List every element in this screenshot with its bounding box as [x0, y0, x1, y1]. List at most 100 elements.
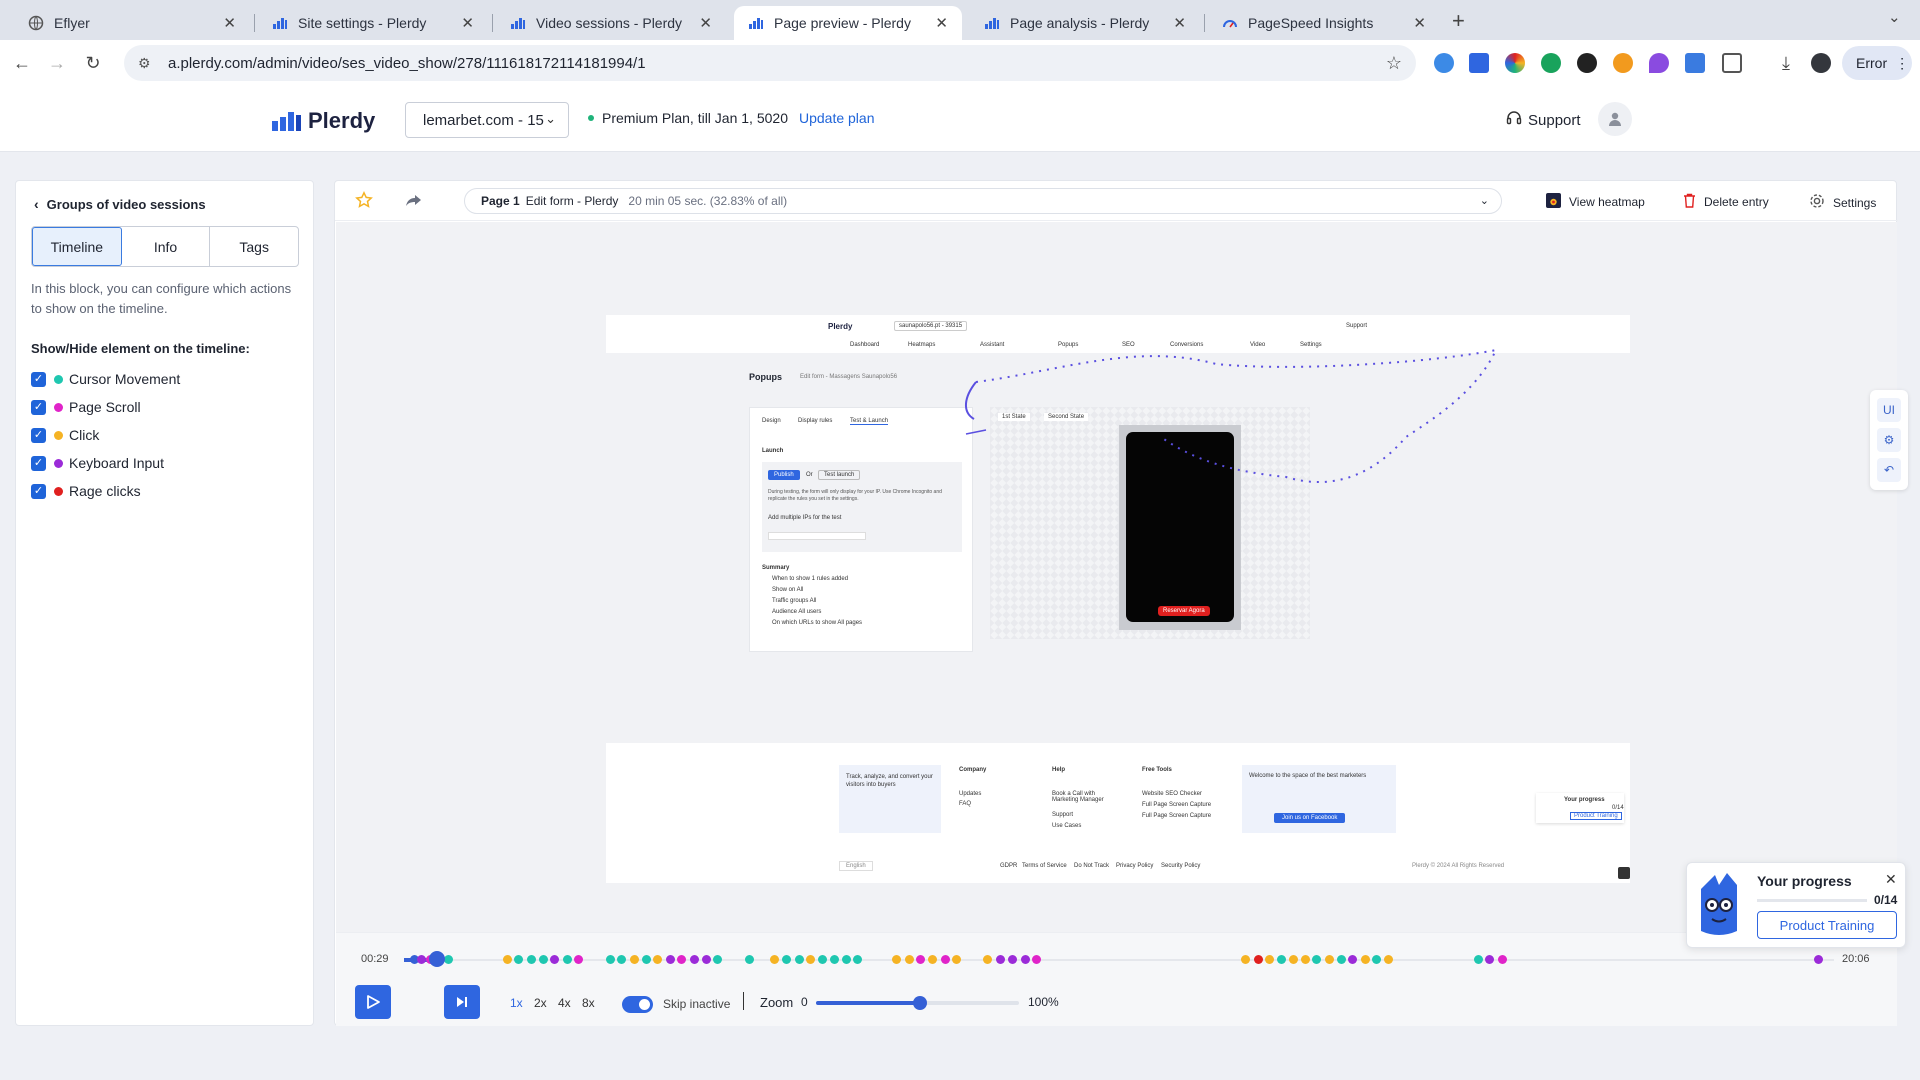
back-arrow-icon[interactable]: ← — [9, 50, 35, 76]
timeline-event-dot[interactable] — [653, 955, 663, 964]
timeline-event-dot[interactable] — [1372, 955, 1382, 964]
forward-arrow-icon[interactable]: → — [44, 50, 70, 76]
timeline-event-dot[interactable] — [806, 955, 816, 964]
close-tab-icon[interactable]: ✕ — [935, 14, 948, 32]
timeline-event-dot[interactable] — [1253, 955, 1263, 964]
timeline-event-dot[interactable] — [1020, 955, 1030, 964]
timeline-event-dot[interactable] — [444, 955, 454, 964]
timeline-event-dot[interactable] — [574, 955, 584, 964]
undo-icon[interactable]: ↶ — [1877, 458, 1901, 482]
tab-timeline[interactable]: Timeline — [32, 227, 122, 266]
timeline-event-dot[interactable] — [1312, 955, 1322, 964]
close-tab-icon[interactable]: ✕ — [223, 14, 236, 32]
timeline-event-dot[interactable] — [1007, 955, 1017, 964]
timeline-event-dot[interactable] — [830, 955, 840, 964]
back-to-groups-link[interactable]: ‹ Groups of video sessions — [34, 196, 206, 212]
timeline-event-dot[interactable] — [916, 955, 926, 964]
timeline-event-dot[interactable] — [1276, 955, 1286, 964]
gear-icon[interactable]: ⚙ — [1877, 428, 1901, 452]
timeline-event-dot[interactable] — [853, 955, 863, 964]
toggle-page-scroll[interactable]: ✓ Page Scroll — [31, 397, 141, 417]
close-tab-icon[interactable]: ✕ — [461, 14, 474, 32]
toggle-rage-clicks[interactable]: ✓ Rage clicks — [31, 481, 141, 501]
timeline-event-dot[interactable] — [1485, 955, 1495, 964]
timeline-event-dot[interactable] — [1289, 955, 1299, 964]
timeline-event-dot[interactable] — [996, 955, 1006, 964]
speed-2x[interactable]: 2x — [534, 996, 547, 1010]
timeline-event-dot[interactable] — [817, 955, 827, 964]
timeline-event-dot[interactable] — [1383, 955, 1393, 964]
profile-error-button[interactable]: Error ⋮ — [1842, 46, 1912, 80]
download-icon[interactable]: ⤓ — [1773, 50, 1799, 76]
ui-toggle-button[interactable]: UI — [1877, 398, 1901, 422]
timeline-event-dot[interactable] — [417, 955, 427, 964]
timeline-event-dot[interactable] — [538, 955, 548, 964]
grammarly-extension-icon[interactable] — [1541, 53, 1561, 73]
user-avatar[interactable] — [1598, 102, 1632, 136]
bookmark-star-icon[interactable]: ☆ — [1386, 53, 1402, 74]
browser-tab-active[interactable]: Page preview - Plerdy ✕ — [734, 6, 962, 40]
speed-4x[interactable]: 4x — [558, 996, 571, 1010]
timeline-event-dot[interactable] — [690, 955, 700, 964]
checkbox-checked-icon[interactable]: ✓ — [31, 399, 46, 415]
zoom-slider-handle[interactable] — [912, 996, 927, 1010]
timeline-event-dot[interactable] — [1265, 955, 1275, 964]
close-tab-icon[interactable]: ✕ — [1173, 14, 1186, 32]
timeline-event-dot[interactable] — [891, 955, 901, 964]
timeline-event-dot[interactable] — [1814, 955, 1824, 964]
page-select[interactable]: Page 1 Edit form - Plerdy 20 min 05 sec.… — [464, 188, 1502, 214]
speed-8x[interactable]: 8x — [582, 996, 595, 1010]
checkbox-checked-icon[interactable]: ✓ — [31, 427, 46, 443]
close-tab-icon[interactable]: ✕ — [699, 14, 712, 32]
timeline-event-dot[interactable] — [794, 955, 804, 964]
checkbox-checked-icon[interactable]: ✓ — [31, 455, 46, 471]
chevron-down-icon[interactable]: ⌄ — [1888, 8, 1901, 26]
timeline-event-dot[interactable] — [563, 955, 573, 964]
timeline-event-dot[interactable] — [1325, 955, 1335, 964]
timeline-scrubber[interactable] — [429, 951, 445, 967]
timeline-event-dot[interactable] — [665, 955, 675, 964]
share-icon[interactable] — [405, 191, 423, 214]
toggle-cursor-movement[interactable]: ✓ Cursor Movement — [31, 369, 180, 389]
checkbox-checked-icon[interactable]: ✓ — [31, 483, 46, 499]
close-icon[interactable]: ✕ — [1885, 871, 1897, 888]
update-plan-link[interactable]: Update plan — [799, 110, 875, 126]
timeline-event-dot[interactable] — [781, 955, 791, 964]
timeline-event-dot[interactable] — [1336, 955, 1346, 964]
extension-icon[interactable] — [1649, 53, 1669, 73]
address-bar[interactable]: ⚙ a.plerdy.com/admin/video/ses_video_sho… — [124, 45, 1416, 81]
wappalyzer-extension-icon[interactable] — [1577, 53, 1597, 73]
next-page-button[interactable] — [444, 985, 480, 1019]
timeline-event-dot[interactable] — [1240, 955, 1250, 964]
tab-info[interactable]: Info — [122, 227, 211, 266]
extension-icon[interactable] — [1613, 53, 1633, 73]
timeline-event-dot[interactable] — [1473, 955, 1483, 964]
checkbox-checked-icon[interactable]: ✓ — [31, 371, 46, 387]
timeline-event-dot[interactable] — [677, 955, 687, 964]
browser-tab[interactable]: Page analysis - Plerdy ✕ — [970, 6, 1200, 40]
timeline-event-dot[interactable] — [1032, 955, 1042, 964]
timeline-event-dot[interactable] — [1360, 955, 1370, 964]
product-training-button[interactable]: Product Training — [1757, 911, 1897, 939]
site-select[interactable]: lemarbet.com - 15 ⌄ — [405, 102, 569, 138]
delete-entry-button[interactable]: Delete entry — [1683, 193, 1769, 211]
settings-button[interactable]: Settings — [1809, 193, 1876, 212]
timeline-event-dot[interactable] — [927, 955, 937, 964]
more-vert-icon[interactable]: ⋮ — [1895, 55, 1909, 72]
timeline-event-dot[interactable] — [1300, 955, 1310, 964]
timeline-event-dot[interactable] — [713, 955, 723, 964]
timeline-event-dot[interactable] — [1498, 955, 1508, 964]
timeline-event-dot[interactable] — [527, 955, 537, 964]
support-link[interactable]: Support — [1506, 110, 1581, 130]
site-info-icon[interactable]: ⚙ — [138, 55, 158, 72]
browser-tab[interactable]: Eflyer ✕ — [14, 6, 250, 40]
plerdy-logo[interactable]: Plerdy — [272, 108, 375, 134]
play-button[interactable] — [355, 985, 391, 1019]
toggle-click[interactable]: ✓ Click — [31, 425, 99, 445]
timeline-event-dot[interactable] — [550, 955, 560, 964]
view-heatmap-button[interactable]: View heatmap — [1546, 193, 1645, 211]
profile-avatar[interactable] — [1811, 53, 1831, 73]
timeline-event-dot[interactable] — [841, 955, 851, 964]
timeline-event-dot[interactable] — [617, 955, 627, 964]
browser-tab[interactable]: Site settings - Plerdy ✕ — [258, 6, 488, 40]
